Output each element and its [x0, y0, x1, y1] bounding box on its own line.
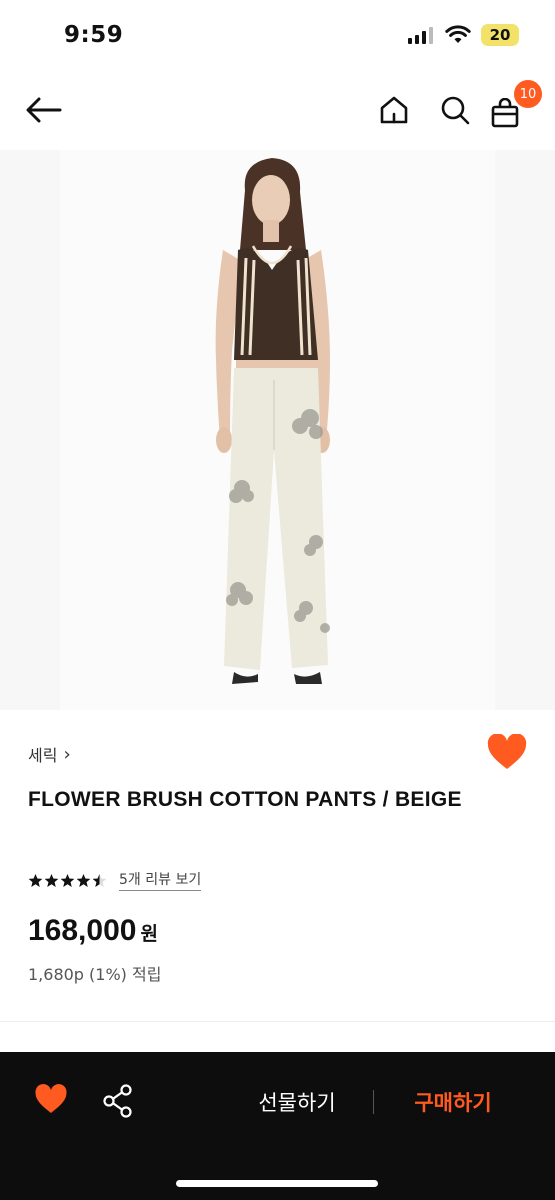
- star-icon: [28, 873, 43, 887]
- bottom-wishlist-button[interactable]: [34, 1084, 70, 1120]
- cart-count-badge: 10: [512, 78, 544, 110]
- chevron-right-icon: ›: [63, 743, 71, 765]
- home-button[interactable]: [372, 72, 416, 148]
- rating-row: 5개 리뷰 보기: [28, 869, 202, 891]
- arrow-left-icon: [26, 97, 62, 123]
- share-button[interactable]: [102, 1084, 138, 1120]
- price-value: 168,000: [28, 914, 137, 947]
- review-link[interactable]: 5개 리뷰 보기: [119, 869, 202, 891]
- nav-bar: 10: [0, 72, 555, 148]
- signal-icon: [408, 27, 433, 44]
- product-title: FLOWER BRUSH COTTON PANTS / BEIGE: [28, 788, 462, 811]
- status-bar: 9:59 20: [0, 0, 555, 72]
- star-icon: [60, 873, 75, 887]
- battery-indicator: 20: [481, 24, 519, 46]
- search-button[interactable]: [432, 72, 478, 148]
- heart-icon: [487, 733, 527, 769]
- price-currency: 원: [140, 923, 158, 945]
- section-divider: [0, 1021, 555, 1022]
- back-button[interactable]: [18, 72, 70, 148]
- status-icons: 20: [407, 24, 519, 46]
- home-icon: [380, 96, 408, 124]
- model-photo-illustration: [215, 158, 330, 684]
- price-row: 168,000 원: [28, 914, 158, 948]
- home-indicator: [176, 1180, 378, 1187]
- brand-name: 세릭: [28, 746, 58, 765]
- buy-button[interactable]: 구매하기: [384, 1082, 522, 1122]
- star-icon: [76, 873, 91, 887]
- star-rating: [28, 873, 107, 888]
- heart-icon: [35, 1084, 67, 1113]
- brand-link[interactable]: 세릭 ›: [28, 742, 71, 766]
- status-time: 9:59: [64, 22, 124, 48]
- reward-points: 1,680p (1%) 적립: [28, 965, 162, 984]
- search-icon: [441, 96, 470, 125]
- wifi-icon: [445, 25, 471, 43]
- product-image[interactable]: [0, 150, 555, 710]
- share-icon: [103, 1084, 132, 1118]
- bottom-action-bar: 선물하기 구매하기: [0, 1052, 555, 1200]
- button-separator: [373, 1090, 374, 1114]
- product-image-backdrop: [60, 150, 495, 710]
- half-star-icon: [92, 873, 107, 887]
- gift-button[interactable]: 선물하기: [228, 1082, 366, 1122]
- star-icon: [44, 873, 59, 887]
- wishlist-button[interactable]: [486, 733, 528, 774]
- cart-button[interactable]: 10: [490, 72, 544, 148]
